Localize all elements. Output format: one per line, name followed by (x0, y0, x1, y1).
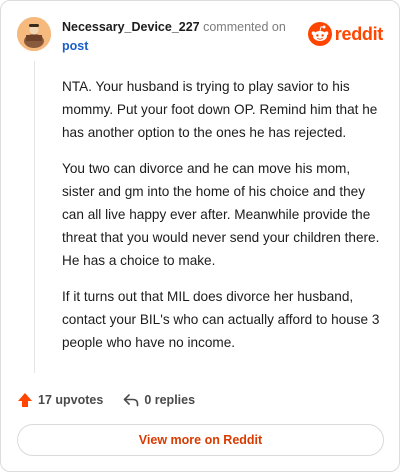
reply-count: 0 replies (144, 393, 196, 407)
comment-paragraph: If it turns out that MIL does divorce he… (62, 289, 380, 350)
reddit-wordmark: reddit (334, 23, 384, 44)
comment-body: NTA. Your husband is trying to play savi… (62, 75, 384, 367)
comment-embed-card: Necessary_Device_227 commented on post r… (0, 0, 400, 472)
view-more-button[interactable]: View more on Reddit (17, 424, 384, 456)
comment-paragraph: You two can divorce and he can move his … (62, 161, 380, 268)
username[interactable]: Necessary_Device_227 (62, 20, 200, 34)
avatar[interactable] (17, 17, 51, 51)
post-link[interactable]: post (62, 39, 88, 53)
comment-meta: Necessary_Device_227 commented on post (62, 18, 302, 56)
comment-paragraph: NTA. Your husband is trying to play savi… (62, 79, 378, 140)
reddit-brand[interactable]: reddit (307, 21, 384, 47)
comment-header: Necessary_Device_227 commented on post r… (17, 17, 383, 57)
avatar-image (17, 17, 51, 51)
upvote-count: 17 upvotes (38, 393, 104, 407)
reddit-logo-icon (307, 22, 332, 46)
reply-arrow-icon (124, 394, 139, 407)
upvote-arrow-icon (18, 393, 32, 407)
thread-line (34, 61, 35, 373)
action-bar: 17 upvotes 0 replies (17, 389, 195, 411)
commented-on-text: commented on (203, 20, 286, 34)
reply-button[interactable]: 0 replies (123, 393, 195, 407)
upvote-button[interactable]: 17 upvotes (17, 392, 103, 408)
